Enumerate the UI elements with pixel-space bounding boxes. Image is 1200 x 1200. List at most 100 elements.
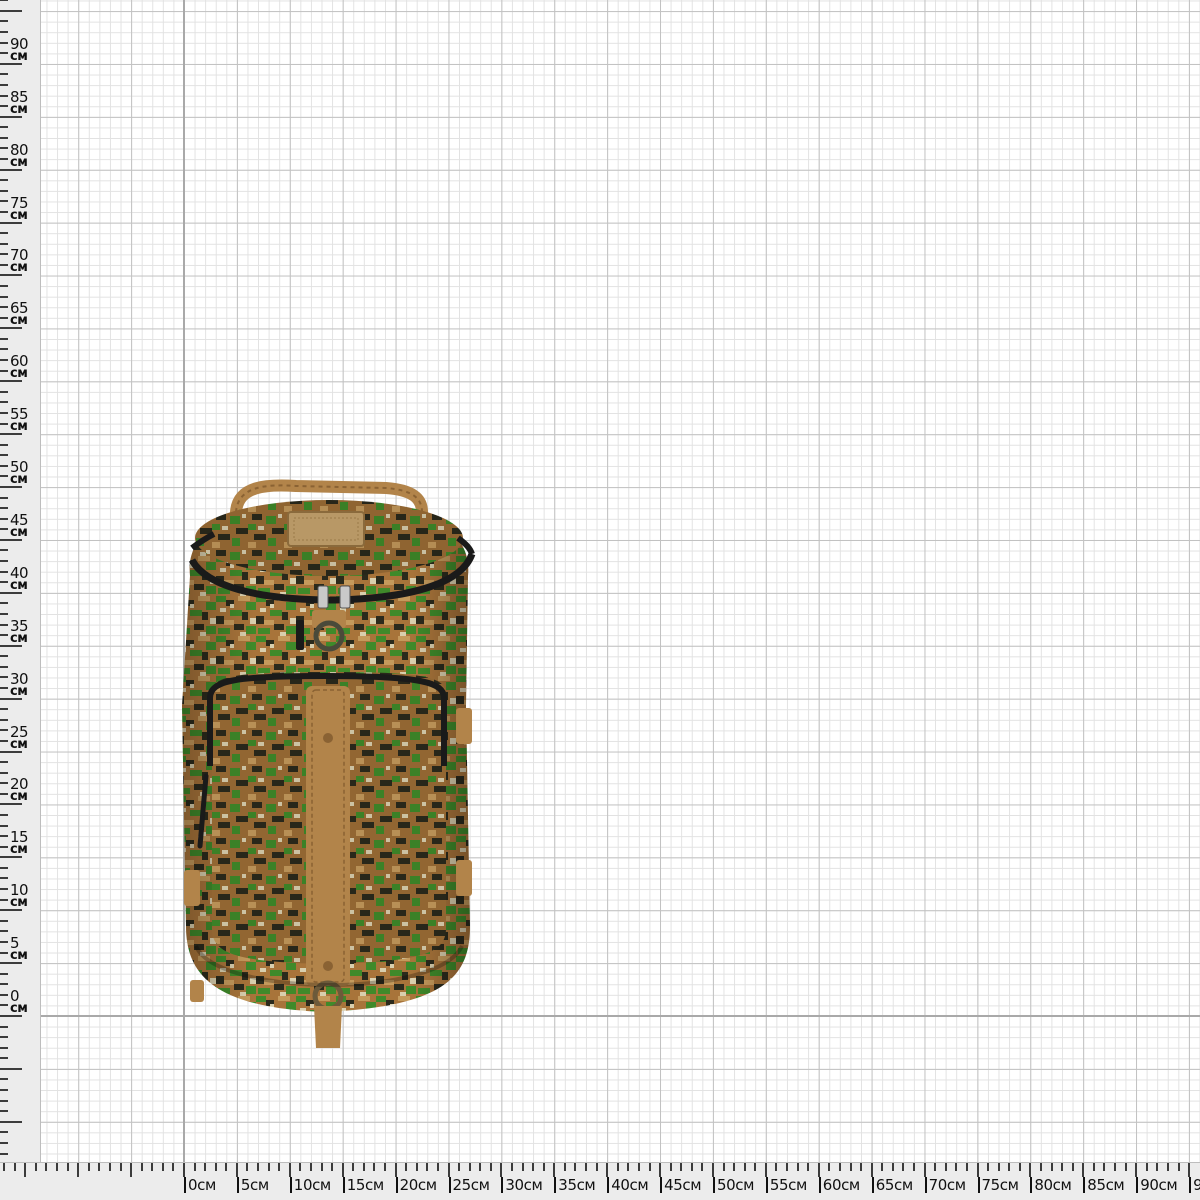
vertical-ruler-label: 80 см — [10, 142, 36, 170]
horizontal-ruler-tick — [1145, 1163, 1148, 1171]
vertical-ruler-tick — [0, 475, 8, 478]
vertical-ruler-tick — [0, 1099, 8, 1102]
vertical-ruler-tick — [0, 443, 8, 446]
vertical-ruler-tick — [0, 983, 8, 986]
horizontal-ruler-tick — [98, 1163, 101, 1171]
horizontal-ruler-tick — [257, 1163, 260, 1171]
vertical-ruler-tick — [0, 930, 8, 933]
vertical-ruler-tick — [0, 1057, 8, 1060]
vertical-ruler-tick — [0, 158, 8, 161]
vertical-ruler-tick — [0, 655, 8, 658]
horizontal-ruler-tick — [934, 1163, 937, 1171]
horizontal-ruler-tick — [955, 1163, 958, 1171]
horizontal-ruler-tick — [775, 1163, 778, 1171]
horizontal-ruler-label-bar — [395, 1177, 398, 1193]
horizontal-ruler — [0, 1162, 1200, 1200]
horizontal-ruler-tick — [309, 1163, 312, 1171]
horizontal-ruler-tick — [108, 1163, 111, 1171]
horizontal-ruler-tick — [659, 1163, 662, 1177]
vertical-ruler-label: 10 см — [10, 883, 36, 910]
horizontal-ruler-tick — [881, 1163, 884, 1171]
vertical-ruler-label: 70 см — [10, 248, 36, 276]
horizontal-ruler-value: 35см — [558, 1176, 596, 1194]
horizontal-ruler-tick — [849, 1163, 852, 1171]
vertical-ruler-tick — [0, 623, 8, 626]
horizontal-ruler-tick — [405, 1163, 408, 1171]
horizontal-ruler-label-bar — [1030, 1177, 1033, 1193]
vertical-ruler-label: 40 см — [10, 565, 36, 592]
horizontal-ruler-tick — [764, 1163, 767, 1177]
vertical-ruler-tick — [0, 687, 8, 690]
horizontal-ruler-value: 75см — [981, 1176, 1019, 1194]
horizontal-ruler-tick — [712, 1163, 714, 1177]
vertical-ruler-tick — [0, 136, 8, 139]
vertical-ruler-tick — [0, 919, 8, 922]
horizontal-ruler-label: 70см — [924, 1176, 966, 1194]
vertical-ruler-tick — [0, 951, 8, 954]
horizontal-ruler-tick — [384, 1163, 387, 1171]
vertical-ruler-tick — [0, 496, 8, 499]
horizontal-ruler-tick — [246, 1163, 249, 1171]
horizontal-ruler-value: 45см — [664, 1176, 702, 1194]
horizontal-ruler-label: 10см — [289, 1176, 331, 1194]
horizontal-ruler-tick — [680, 1163, 683, 1171]
vertical-ruler-tick — [0, 507, 8, 510]
horizontal-ruler-tick — [997, 1163, 1000, 1171]
horizontal-ruler-tick — [288, 1163, 291, 1177]
horizontal-ruler-label: 95 — [1189, 1176, 1200, 1194]
horizontal-ruler-value: 15см — [346, 1176, 384, 1194]
horizontal-ruler-tick — [489, 1163, 492, 1171]
horizontal-ruler-label-bar — [501, 1177, 504, 1193]
horizontal-ruler-value: 85см — [1087, 1176, 1125, 1194]
horizontal-ruler-label-bar — [1189, 1177, 1192, 1193]
vertical-ruler-tick — [0, 1141, 8, 1144]
horizontal-ruler-tick — [140, 1163, 143, 1171]
horizontal-ruler-value: 80см — [1034, 1176, 1072, 1194]
horizontal-ruler-tick — [45, 1163, 48, 1171]
vertical-ruler-label: 25 см — [10, 724, 36, 752]
horizontal-ruler-tick — [807, 1163, 810, 1171]
vertical-ruler-tick — [0, 835, 8, 838]
vertical-ruler-label: 0 см — [10, 989, 36, 1016]
horizontal-ruler-value: 50см — [717, 1176, 755, 1194]
horizontal-ruler-tick — [828, 1163, 831, 1171]
horizontal-ruler-value: 30см — [505, 1176, 543, 1194]
vertical-ruler-tick — [0, 782, 8, 785]
vertical-ruler-tick — [0, 411, 8, 414]
horizontal-ruler-label-bar — [184, 1177, 186, 1193]
horizontal-ruler-tick — [151, 1163, 154, 1171]
horizontal-ruler-tick — [563, 1163, 566, 1171]
horizontal-ruler-label-bar — [660, 1177, 663, 1193]
horizontal-ruler-tick — [1114, 1163, 1117, 1171]
horizontal-ruler-label: 20см — [395, 1176, 437, 1194]
horizontal-ruler-value: 0см — [188, 1176, 216, 1194]
horizontal-ruler-tick — [965, 1163, 968, 1171]
vertical-ruler-label: 65 см — [10, 301, 36, 329]
vertical-ruler-unit: см — [10, 313, 28, 329]
vertical-ruler-tick — [0, 612, 8, 615]
vertical-ruler-unit: см — [10, 1001, 28, 1016]
horizontal-ruler-label-bar — [236, 1177, 239, 1193]
horizontal-ruler-value: 10см — [293, 1176, 331, 1194]
vertical-ruler-tick — [0, 549, 8, 552]
vertical-ruler-tick — [0, 771, 8, 774]
vertical-ruler-tick — [0, 147, 8, 150]
vertical-ruler-tick — [0, 401, 8, 404]
vertical-ruler-tick — [0, 1152, 8, 1155]
horizontal-ruler-tick — [1177, 1163, 1180, 1171]
horizontal-ruler-tick — [161, 1163, 164, 1171]
vertical-ruler-unit: см — [10, 154, 28, 170]
horizontal-ruler-tick — [183, 1163, 185, 1177]
vertical-ruler-tick — [0, 813, 8, 816]
vertical-ruler-tick — [0, 792, 8, 795]
vertical-ruler-tick — [0, 581, 8, 584]
vertical-ruler-tick — [0, 306, 8, 309]
horizontal-ruler-tick — [669, 1163, 672, 1171]
vertical-ruler-unit: см — [10, 260, 28, 276]
vertical-ruler-unit: см — [10, 736, 28, 752]
horizontal-ruler-tick — [796, 1163, 799, 1171]
horizontal-ruler-tick — [743, 1163, 746, 1171]
vertical-ruler-tick — [0, 972, 8, 975]
horizontal-ruler-label-bar — [818, 1177, 821, 1193]
horizontal-ruler-tick — [510, 1163, 513, 1171]
